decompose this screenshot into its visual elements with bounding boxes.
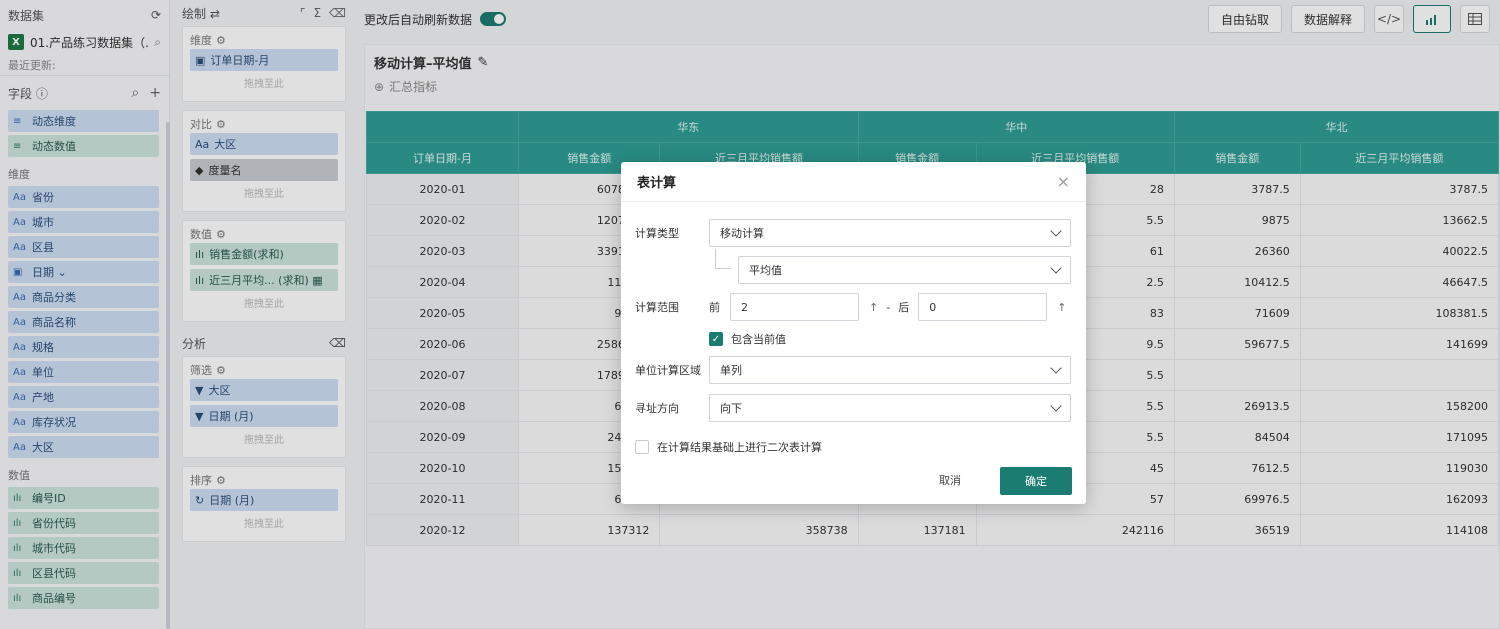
- before-input[interactable]: 2: [730, 293, 859, 321]
- unit-area-label: 单位计算区域: [635, 364, 701, 377]
- direction-label: 寻址方向: [635, 402, 679, 415]
- unit-area-value: 单列: [720, 364, 742, 377]
- before-label: 前: [709, 301, 720, 314]
- calc-type-label: 计算类型: [635, 227, 679, 240]
- sub-type-select[interactable]: 平均值: [738, 256, 1071, 284]
- unit-area-select[interactable]: 单列: [709, 356, 1071, 384]
- ok-button[interactable]: 确定: [1000, 467, 1072, 495]
- chevron-down-icon: [1050, 225, 1062, 237]
- chevron-down-icon: [1050, 400, 1062, 412]
- after-stepper-icon[interactable]: ↑: [1057, 301, 1066, 314]
- after-input[interactable]: 0: [918, 293, 1048, 321]
- sub-type-value: 平均值: [749, 264, 782, 277]
- cancel-button[interactable]: 取消: [939, 467, 961, 495]
- chevron-down-icon: [1050, 362, 1062, 374]
- include-current-checkbox[interactable]: ✓: [709, 332, 723, 346]
- close-icon[interactable]: ×: [1057, 172, 1070, 191]
- dialog-title: 表计算: [637, 176, 677, 191]
- include-current-label: 包含当前值: [731, 333, 786, 346]
- after-label: 后: [898, 301, 910, 314]
- secondary-calc-checkbox[interactable]: [635, 440, 649, 454]
- range-dash: -: [886, 300, 891, 314]
- range-label: 计算范围: [635, 301, 679, 314]
- secondary-calc-label: 在计算结果基础上进行二次表计算: [657, 441, 822, 454]
- direction-select[interactable]: 向下: [709, 394, 1071, 422]
- table-calc-dialog: 表计算 × 计算类型 移动计算 平均值 计算范围 前 2 ↑ - 后 0 ↑ ✓…: [621, 162, 1086, 504]
- chevron-down-icon: [1050, 262, 1062, 274]
- calc-type-select[interactable]: 移动计算: [709, 219, 1071, 247]
- tree-connector: [715, 249, 731, 269]
- before-stepper-icon[interactable]: ↑: [869, 301, 878, 314]
- direction-value: 向下: [720, 402, 742, 415]
- calc-type-value: 移动计算: [720, 227, 764, 240]
